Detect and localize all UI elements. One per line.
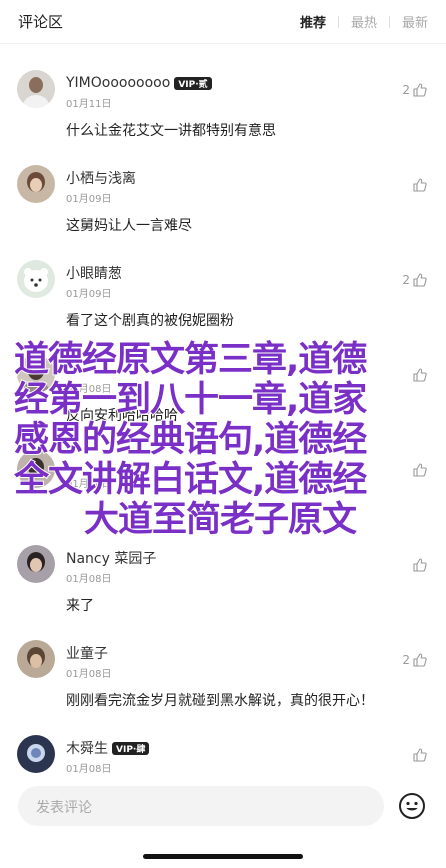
thumb-up-icon (413, 653, 427, 667)
comment-item: 小栖与浅离 01月09日 这舅妈让人一言难尽 (0, 159, 446, 253)
comment-input-placeholder: 发表评论 (36, 800, 92, 816)
tab-divider (388, 15, 390, 28)
username[interactable]: 业童子 (66, 643, 108, 663)
thumb-up-icon (413, 178, 427, 192)
comment-date: 01月09日 (66, 194, 112, 205)
tab-hottest[interactable]: 最热 (351, 12, 377, 31)
name-row: 业童子 (66, 644, 108, 662)
like-button[interactable] (412, 557, 428, 573)
avatar[interactable] (17, 640, 55, 678)
tab-latest[interactable]: 最新 (402, 12, 428, 31)
avatar[interactable] (17, 165, 55, 203)
overlay-line: 道德经原文第三章,道德 (13, 339, 368, 381)
name-row: 小栖与浅离 (66, 169, 136, 187)
username[interactable]: 木舜生 (66, 738, 108, 758)
like-button[interactable]: 2 (402, 272, 428, 288)
avatar[interactable] (17, 260, 55, 298)
sort-tabs: 推荐 最热 最新 (300, 12, 428, 31)
like-button[interactable]: 2 (402, 652, 428, 668)
username[interactable]: 小眼睛葱 (66, 263, 122, 283)
username[interactable]: 小栖与浅离 (66, 168, 136, 188)
like-count: 2 (402, 273, 410, 287)
tab-recommended[interactable]: 推荐 (300, 12, 326, 31)
overlay-line: 大道至简老子原文 (83, 499, 358, 541)
home-indicator (143, 854, 303, 859)
comment-date: 01月08日 (66, 574, 112, 585)
comment-item: YIMOoooooooo VIP·贰 01月11日 什么让金花艾文一讲都特别有意… (0, 64, 446, 158)
thumb-up-icon (413, 748, 427, 762)
name-row: 木舜生 VIP·肆 (66, 738, 150, 758)
overlay-banner-text: 道德经原文第三章,道德 经第一到八十一章,道家 感恩的经典语句,道德经 全文讲解… (13, 339, 424, 541)
name-row: YIMOoooooooo VIP·贰 (66, 74, 212, 92)
vip-badge: VIP·肆 (112, 741, 150, 755)
tab-divider (337, 15, 339, 28)
overlay-line: 经第一到八十一章,道家 (13, 379, 368, 421)
comment-text: 这舅妈让人一言难尽 (66, 218, 192, 234)
comment-text: 看了这个剧真的被倪妮圈粉 (66, 313, 234, 329)
overlay-line: 全文讲解白话文,道德经 (13, 459, 368, 501)
comment-item: 小眼睛葱 01月09日 看了这个剧真的被倪妮圈粉 2 (0, 254, 446, 348)
name-row: Nancy 菜园子 (66, 549, 156, 567)
comment-item: 业童子 01月08日 刚刚看完流金岁月就碰到黑水解说，真的很开心！ 2 (0, 634, 446, 728)
comment-date: 01月09日 (66, 289, 112, 300)
like-button[interactable] (412, 177, 428, 193)
comment-text: 刚刚看完流金岁月就碰到黑水解说，真的很开心！ (66, 693, 374, 709)
vip-badge: VIP·贰 (174, 76, 212, 90)
comment-text: 来了 (66, 598, 94, 614)
comment-header: 评论区 推荐 最热 最新 (0, 0, 446, 44)
section-title: 评论区 (18, 13, 64, 31)
name-row: 小眼睛葱 (66, 264, 122, 282)
avatar[interactable] (17, 735, 55, 773)
like-button[interactable]: 2 (402, 82, 428, 98)
username[interactable]: YIMOoooooooo (66, 75, 170, 91)
thumb-up-icon (413, 83, 427, 97)
like-count: 2 (402, 653, 410, 667)
comment-date: 01月11日 (66, 99, 112, 110)
thumb-up-icon (413, 558, 427, 572)
comment-text: 什么让金花艾文一讲都特别有意思 (66, 123, 276, 139)
comment-date: 01月08日 (66, 669, 112, 680)
like-button[interactable] (412, 747, 428, 763)
comment-date: 01月08日 (66, 764, 112, 775)
overlay-line: 感恩的经典语句,道德经 (13, 419, 368, 461)
comment-input[interactable]: 发表评论 (18, 786, 384, 826)
comment-item: Nancy 菜园子 01月08日 来了 (0, 539, 446, 633)
like-count: 2 (402, 83, 410, 97)
thumb-up-icon (413, 273, 427, 287)
comment-footer: 发表评论 (0, 778, 446, 868)
avatar[interactable] (17, 70, 55, 108)
emoji-icon[interactable] (398, 792, 426, 820)
avatar[interactable] (17, 545, 55, 583)
username[interactable]: Nancy 菜园子 (66, 548, 156, 568)
